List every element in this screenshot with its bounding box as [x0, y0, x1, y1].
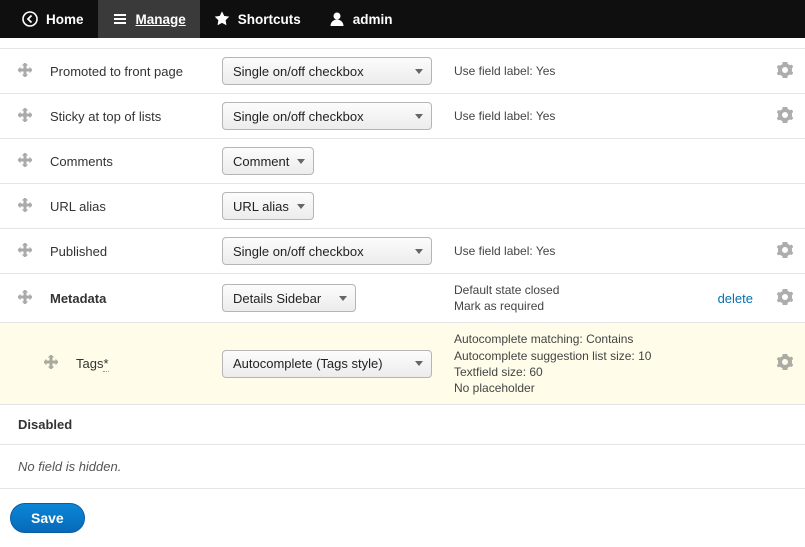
gear-icon[interactable]	[777, 62, 793, 78]
widget-select-sticky[interactable]: Single on/off checkbox	[222, 102, 432, 130]
gear-icon[interactable]	[777, 289, 793, 305]
chevron-down-icon	[415, 361, 423, 366]
field-summary: Use field label: Yes	[454, 108, 753, 124]
widget-select-promoted[interactable]: Single on/off checkbox	[222, 57, 432, 85]
widget-select-url-alias[interactable]: URL alias	[222, 192, 314, 220]
toolbar-home-label: Home	[46, 12, 84, 27]
widget-select-value: URL alias	[233, 199, 289, 214]
widget-select-value: Details Sidebar	[233, 291, 321, 306]
field-label: Sticky at top of lists	[50, 109, 210, 124]
widget-select-published[interactable]: Single on/off checkbox	[222, 237, 432, 265]
chevron-down-icon	[415, 114, 423, 119]
summary-line: Autocomplete suggestion list size: 10	[454, 348, 753, 364]
field-list: Promoted to front page Single on/off che…	[0, 48, 805, 489]
field-row-sticky: Sticky at top of lists Single on/off che…	[0, 94, 805, 139]
summary-line: Default state closed	[454, 282, 706, 298]
chevron-down-icon	[415, 69, 423, 74]
field-row-published: Published Single on/off checkbox Use fie…	[0, 229, 805, 274]
disabled-message: No field is hidden.	[0, 445, 805, 489]
widget-select-comments[interactable]: Comment	[222, 147, 314, 175]
field-row-comments: Comments Comment	[0, 139, 805, 184]
field-row-tags: Tags* Autocomplete (Tags style) Autocomp…	[0, 323, 805, 405]
delete-link[interactable]: delete	[718, 291, 753, 306]
toolbar-home[interactable]: Home	[8, 0, 98, 38]
field-label: Tags*	[76, 356, 210, 371]
widget-select-metadata[interactable]: Details Sidebar	[222, 284, 356, 312]
widget-select-value: Single on/off checkbox	[233, 244, 364, 259]
drag-handle-icon[interactable]	[18, 198, 32, 212]
gear-icon[interactable]	[777, 354, 793, 370]
field-label: Published	[50, 244, 210, 259]
disabled-heading: Disabled	[0, 405, 805, 445]
drag-handle-icon[interactable]	[44, 355, 58, 369]
star-icon	[214, 11, 230, 27]
field-summary: Use field label: Yes	[454, 243, 753, 259]
field-summary: Use field label: Yes	[454, 63, 753, 79]
toolbar-manage[interactable]: Manage	[98, 0, 200, 38]
form-actions: Save	[0, 489, 805, 547]
drag-handle-icon[interactable]	[18, 63, 32, 77]
toolbar-user[interactable]: admin	[315, 0, 407, 38]
admin-toolbar: Home Manage Shortcuts admin	[0, 0, 805, 38]
drag-handle-icon[interactable]	[18, 243, 32, 257]
summary-line: No placeholder	[454, 380, 753, 396]
field-label-text: Tags	[76, 356, 103, 371]
drag-handle-icon[interactable]	[18, 290, 32, 304]
chevron-down-icon	[297, 204, 305, 209]
summary-line: Autocomplete matching: Contains	[454, 331, 753, 347]
field-label: Metadata	[50, 291, 210, 306]
chevron-down-icon	[297, 159, 305, 164]
field-row-promoted: Promoted to front page Single on/off che…	[0, 49, 805, 94]
widget-select-value: Autocomplete (Tags style)	[233, 356, 383, 371]
gear-icon[interactable]	[777, 107, 793, 123]
save-button[interactable]: Save	[10, 503, 85, 533]
field-label: URL alias	[50, 199, 210, 214]
widget-select-value: Comment	[233, 154, 289, 169]
drag-handle-icon[interactable]	[18, 153, 32, 167]
field-label: Promoted to front page	[50, 64, 210, 79]
chevron-down-icon	[415, 249, 423, 254]
field-summary: Autocomplete matching: Contains Autocomp…	[454, 331, 753, 396]
chevron-down-icon	[339, 296, 347, 301]
gear-icon[interactable]	[777, 242, 793, 258]
field-row-metadata: Metadata Details Sidebar Default state c…	[0, 274, 805, 323]
toolbar-shortcuts-label: Shortcuts	[238, 12, 301, 27]
field-row-url-alias: URL alias URL alias	[0, 184, 805, 229]
toolbar-manage-label: Manage	[136, 12, 186, 27]
field-summary: Default state closed Mark as required	[454, 282, 706, 314]
hamburger-icon	[112, 11, 128, 27]
widget-select-value: Single on/off checkbox	[233, 109, 364, 124]
summary-line: Mark as required	[454, 298, 706, 314]
summary-line: Textfield size: 60	[454, 364, 753, 380]
required-asterisk: *	[103, 356, 108, 372]
field-label: Comments	[50, 154, 210, 169]
widget-select-value: Single on/off checkbox	[233, 64, 364, 79]
user-icon	[329, 11, 345, 27]
toolbar-shortcuts[interactable]: Shortcuts	[200, 0, 315, 38]
back-circle-icon	[22, 11, 38, 27]
toolbar-user-label: admin	[353, 12, 393, 27]
widget-select-tags[interactable]: Autocomplete (Tags style)	[222, 350, 432, 378]
drag-handle-icon[interactable]	[18, 108, 32, 122]
